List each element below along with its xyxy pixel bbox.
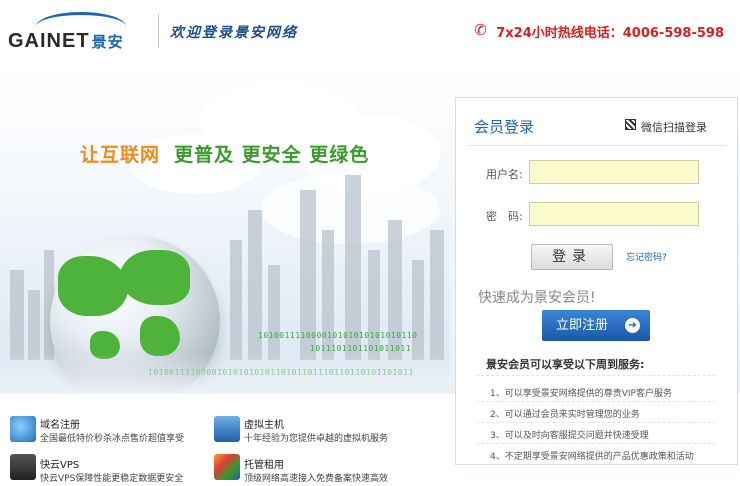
arrow-right-icon: ➔ bbox=[625, 318, 640, 333]
domain-icon bbox=[10, 416, 36, 442]
globe-land bbox=[120, 250, 190, 305]
service-desc-virtual-host: 十年经验为您提供卓越的虚拟机服务 bbox=[244, 434, 389, 444]
globe-land bbox=[58, 256, 128, 316]
benefit-divider bbox=[476, 401, 716, 403]
username-label: 用户名: bbox=[486, 168, 523, 181]
globe-land bbox=[140, 316, 180, 356]
building bbox=[322, 230, 334, 360]
service-desc-domain: 全国最低特价秒杀冰点售价超值享受 bbox=[40, 434, 185, 444]
page-header: GAINET 景安 欢迎登录景安网络 ✆ 7x24小时热线电话：4006-598-… bbox=[0, 0, 740, 64]
forgot-password-link[interactable]: 忘记密码? bbox=[626, 250, 667, 263]
gainet-logo[interactable]: GAINET 景安 bbox=[8, 10, 158, 53]
benefit-item: 2、可以通过会员来实时管理您的业务 bbox=[490, 410, 640, 420]
building bbox=[430, 230, 444, 360]
benefit-item: 3、可以及时向客服提交问题并快速受理 bbox=[490, 431, 649, 441]
binary-text: 101001111000010101010101010110 bbox=[258, 331, 418, 340]
login-panel: 会员登录 微信扫描登录 用户名: 密 码: 登录 忘记密码? 快速成为景安会员!… bbox=[455, 97, 738, 465]
vps-icon bbox=[10, 454, 36, 480]
username-input[interactable] bbox=[529, 160, 699, 184]
logo-text-cn: 景安 bbox=[91, 34, 124, 51]
banner-slogan: 让互联网 更普及 更安全 更绿色 bbox=[80, 140, 369, 167]
building bbox=[230, 240, 242, 360]
register-button[interactable]: 立即注册 ➔ bbox=[542, 310, 650, 341]
service-title-domain[interactable]: 域名注册 bbox=[40, 416, 80, 431]
service-desc-vps: 快云VPS保障性能更稳定数据更安全 bbox=[40, 474, 184, 484]
logo-wordmark: GAINET 景安 bbox=[8, 30, 124, 53]
hotline: ✆ 7x24小时热线电话：4006-598-598 bbox=[474, 21, 724, 41]
benefits-title: 景安会员可以享受以下周到服务: bbox=[486, 358, 645, 371]
service-title-hosting[interactable]: 托管租用 bbox=[244, 456, 284, 471]
header-divider bbox=[158, 14, 159, 48]
password-input[interactable] bbox=[529, 202, 699, 226]
hotline-text: 7x24小时热线电话：4006-598-598 bbox=[496, 26, 724, 41]
building bbox=[412, 260, 424, 360]
phone-icon: ✆ bbox=[474, 21, 487, 39]
service-title-vps[interactable]: 快云VPS bbox=[40, 456, 79, 471]
hosting-icon bbox=[214, 454, 240, 480]
benefit-item: 4、不定期享受景安网络提供的产品优惠政策和活动 bbox=[490, 452, 694, 462]
wechat-login-link[interactable]: 微信扫描登录 bbox=[625, 119, 707, 135]
password-label: 密 码: bbox=[486, 210, 523, 223]
login-button[interactable]: 登录 bbox=[531, 244, 613, 270]
logo-text-en: GAINET bbox=[8, 30, 90, 52]
service-desc-hosting: 顶级网络高速接入免费备案快速高效 bbox=[244, 474, 389, 484]
building bbox=[268, 265, 280, 360]
banner-illustration: 让互联网 更普及 更安全 更绿色 101001111000010101010101… bbox=[0, 64, 450, 394]
slogan-secondary: 更普及 更安全 更绿色 bbox=[174, 144, 370, 166]
slogan-primary: 让互联网 bbox=[80, 144, 161, 166]
benefit-item: 1、可以享受景安网络提供的尊贵VIP客户服务 bbox=[490, 389, 672, 399]
benefit-divider bbox=[476, 422, 716, 424]
qr-code-icon bbox=[625, 119, 636, 130]
virtual-host-icon bbox=[214, 416, 240, 442]
title-divider bbox=[468, 145, 726, 146]
benefit-divider bbox=[476, 375, 716, 377]
building bbox=[28, 290, 40, 360]
building bbox=[10, 270, 24, 360]
register-label: 立即注册 bbox=[556, 318, 609, 333]
binary-text: 1011101101101011011 bbox=[310, 344, 412, 353]
benefit-divider bbox=[476, 443, 716, 445]
service-title-virtual-host[interactable]: 虚拟主机 bbox=[244, 416, 284, 431]
services-section: 域名注册 全国最低特价秒杀冰点售价超值享受 虚拟主机 十年经验为您提供卓越的虚拟… bbox=[0, 400, 450, 486]
wechat-login-label: 微信扫描登录 bbox=[641, 121, 707, 134]
ground-fade bbox=[0, 354, 450, 394]
welcome-text: 欢迎登录景安网络 bbox=[170, 25, 298, 41]
login-title: 会员登录 bbox=[474, 118, 535, 136]
join-prompt: 快速成为景安会员! bbox=[478, 290, 596, 306]
